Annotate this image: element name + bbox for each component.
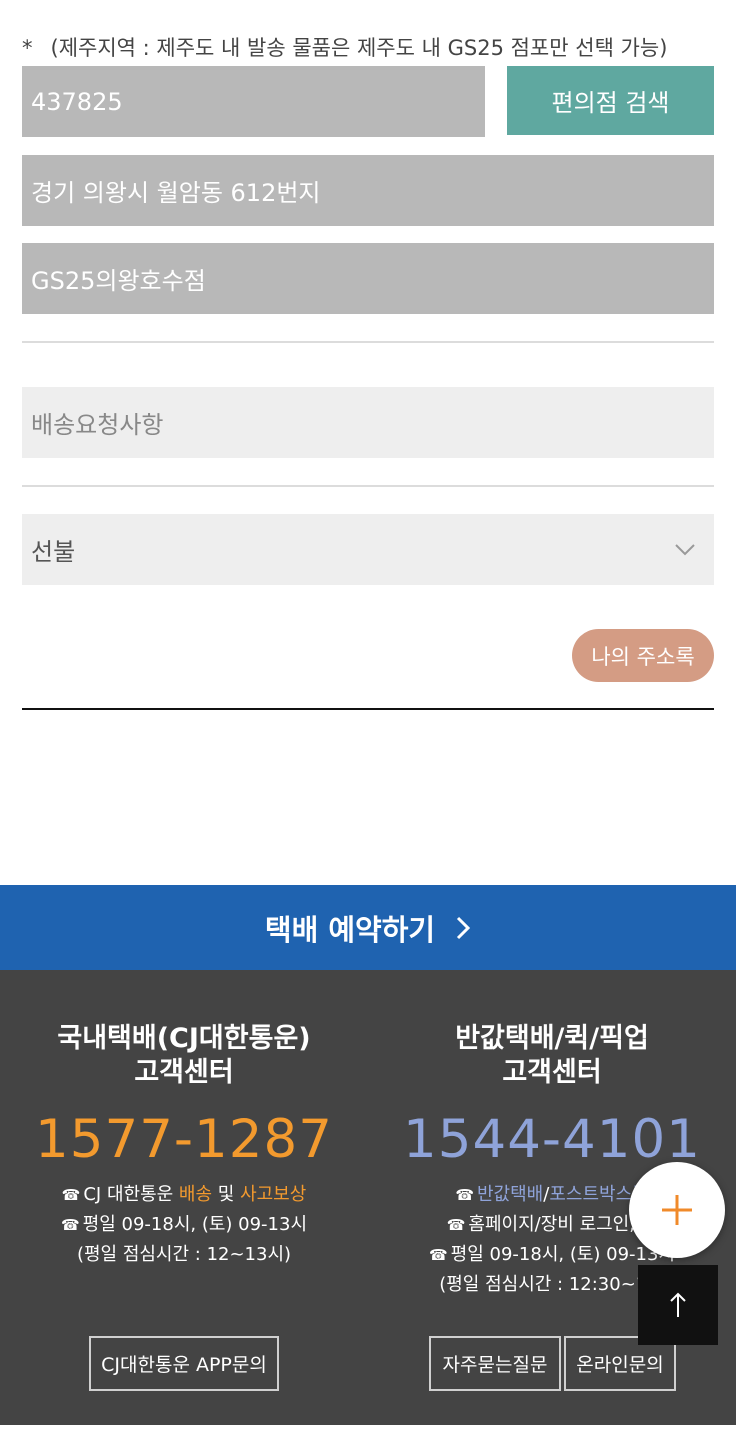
arrow-up-icon bbox=[670, 1292, 686, 1317]
cj-info-line2: ☎ 평일 09-18시, (토) 09-13시 bbox=[0, 1210, 368, 1240]
cj-center-title-line2: 고객센터 bbox=[134, 1057, 234, 1088]
cj-info-line1: ☎ CJ 대한통운 배송 및 사고보상 bbox=[0, 1180, 368, 1210]
chevron-down-icon bbox=[675, 544, 695, 556]
cj-app-inquiry-button[interactable]: CJ대한통운 APP문의 bbox=[89, 1336, 279, 1391]
jeju-notice-text: (제주지역 : 제주도 내 발송 물품은 제주도 내 GS25 점포만 선택 가… bbox=[50, 36, 668, 60]
chevron-right-icon bbox=[457, 916, 471, 939]
required-star: * bbox=[22, 36, 33, 60]
cj-hours: 평일 09-18시, (토) 09-13시 bbox=[82, 1214, 308, 1235]
address-field[interactable]: 경기 의왕시 월암동 612번지 bbox=[22, 155, 714, 226]
divider bbox=[22, 485, 714, 487]
delivery-request-input[interactable]: 배송요청사항 bbox=[22, 387, 714, 458]
cj-lunch-hours: (평일 점심시간 : 12~13시) bbox=[76, 1244, 292, 1265]
reserve-delivery-button[interactable]: 택배 예약하기 bbox=[0, 885, 736, 970]
halfprice-center-title-line1: 반값택배/퀵/픽업 bbox=[455, 1023, 649, 1054]
plus-icon bbox=[662, 1195, 692, 1225]
reserve-delivery-label: 택배 예약하기 bbox=[264, 912, 436, 947]
payment-select[interactable]: 선불 bbox=[22, 514, 714, 585]
customer-center-footer: 국내택배(CJ대한통운) 고객센터 1577-1287 ☎ CJ 대한통운 배송 … bbox=[0, 970, 736, 1425]
halfprice-phone-number[interactable]: 1544-4101 bbox=[368, 1110, 736, 1170]
halfprice-center-title: 반값택배/퀵/픽업 고객센터 bbox=[368, 1022, 736, 1090]
cj-center-title: 국내택배(CJ대한통운) 고객센터 bbox=[0, 1022, 368, 1090]
cj-phone-number[interactable]: 1577-1287 bbox=[0, 1110, 368, 1170]
halfprice-hours: 평일 09-18시, (토) 09-13시 bbox=[450, 1244, 676, 1265]
address-book-button[interactable]: 나의 주소록 bbox=[572, 629, 714, 682]
form-bottom-divider bbox=[22, 708, 714, 710]
faq-button[interactable]: 자주묻는질문 bbox=[429, 1336, 561, 1391]
cj-delivery-link[interactable]: 배송 bbox=[179, 1184, 212, 1205]
cj-info-prefix: CJ 대한통운 bbox=[83, 1184, 179, 1205]
floating-plus-button[interactable] bbox=[629, 1162, 725, 1258]
store-name-field[interactable]: GS25의왕호수점 bbox=[22, 243, 714, 314]
halfprice-center-title-line2: 고객센터 bbox=[502, 1057, 602, 1088]
phone-icon: ☎ bbox=[455, 1186, 474, 1204]
payment-selected-value: 선불 bbox=[31, 538, 76, 566]
phone-icon: ☎ bbox=[61, 1186, 81, 1204]
cj-compensation-link[interactable]: 사고보상 bbox=[240, 1184, 306, 1205]
phone-icon: ☎ bbox=[428, 1246, 448, 1264]
zipcode-field[interactable]: 437825 bbox=[22, 66, 485, 137]
jeju-notice: * (제주지역 : 제주도 내 발송 물품은 제주도 내 GS25 점포만 선택 … bbox=[22, 32, 667, 62]
cj-center-title-line1: 국내택배(CJ대한통운) bbox=[57, 1023, 311, 1054]
cj-info-mid: 및 bbox=[212, 1184, 241, 1205]
halfprice-link[interactable]: 반값택배 bbox=[477, 1184, 543, 1205]
phone-icon: ☎ bbox=[446, 1216, 466, 1234]
phone-icon: ☎ bbox=[60, 1216, 80, 1234]
store-search-button[interactable]: 편의점 검색 bbox=[507, 66, 714, 135]
divider bbox=[22, 341, 714, 343]
scroll-to-top-button[interactable] bbox=[638, 1265, 718, 1345]
